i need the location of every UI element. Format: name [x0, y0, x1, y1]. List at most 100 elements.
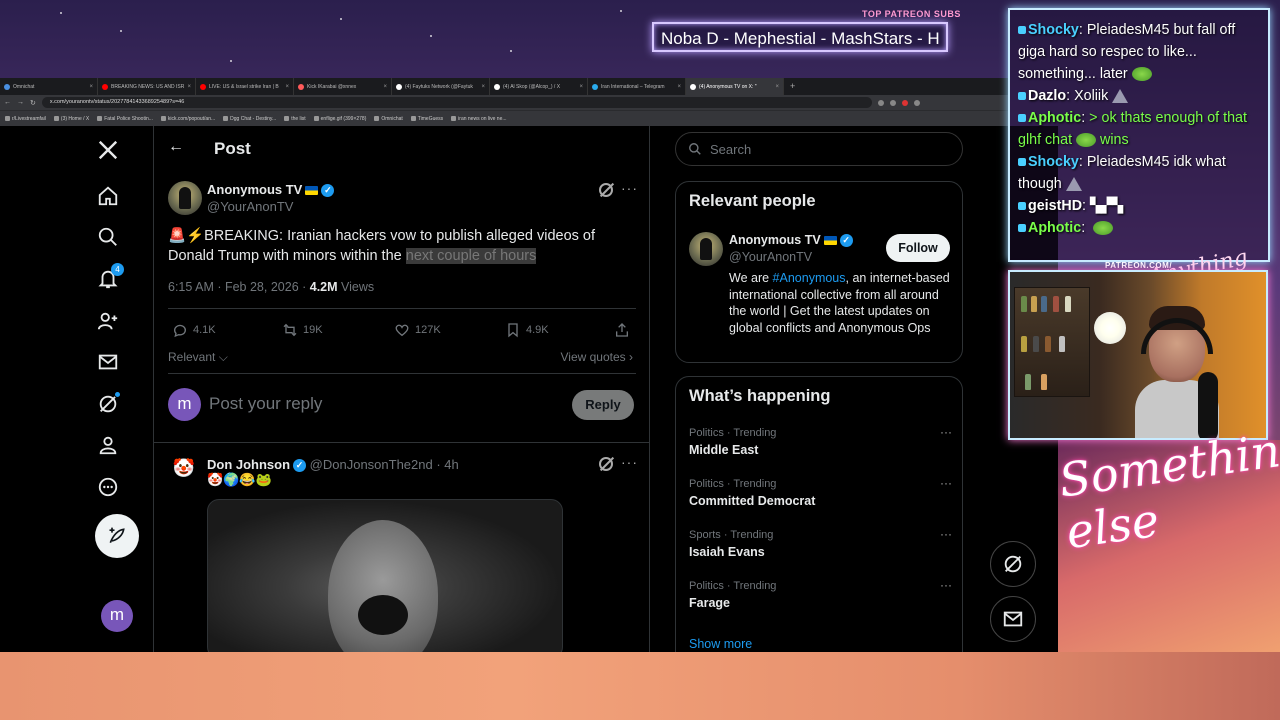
- browser-tab[interactable]: (4) Al Skop (@Alcop_) / X ×: [490, 78, 588, 95]
- author-avatar[interactable]: [168, 181, 202, 215]
- reply-author-avatar[interactable]: 🤡: [172, 458, 196, 482]
- close-tab-icon[interactable]: ×: [187, 84, 191, 90]
- browser-tab[interactable]: (4) Faytuks Network (@Faytuk ×: [392, 78, 490, 95]
- browser-tab[interactable]: BREAKING NEWS: US AND ISR ×: [98, 78, 196, 95]
- explore-search-icon[interactable]: [96, 225, 120, 249]
- trend-more-icon[interactable]: ···: [940, 476, 952, 490]
- account-avatar[interactable]: m: [101, 600, 133, 632]
- bookmark-item[interactable]: Dgg Chat - Destiny...: [223, 116, 276, 122]
- platform-badge-icon: [1018, 202, 1026, 211]
- author-handle[interactable]: @YourAnonTV: [207, 199, 293, 214]
- like-count: 127K: [415, 324, 441, 336]
- author-name-row[interactable]: Anonymous TV ✓: [207, 182, 335, 198]
- bookmark-item[interactable]: TimeGuess: [410, 115, 444, 122]
- notifications-icon[interactable]: 4: [96, 263, 124, 291]
- pickle-emote-icon: [1093, 221, 1114, 236]
- browser-tab[interactable]: Kick IKarabai @xnnex ×: [294, 78, 392, 95]
- bookmark-item[interactable]: enflige.gif (399×278): [313, 115, 367, 122]
- platform-badge-icon: [1018, 92, 1026, 101]
- extension-icon[interactable]: [913, 99, 920, 106]
- trend-category: Politics · Trending: [689, 580, 777, 592]
- extension-icon[interactable]: [889, 99, 896, 106]
- relevant-people-title: Relevant people: [689, 192, 816, 210]
- reload-icon[interactable]: ↻: [30, 99, 36, 107]
- follow-people-icon[interactable]: [96, 309, 120, 333]
- grok-float-button[interactable]: [990, 541, 1036, 587]
- messages-float-button[interactable]: [990, 596, 1036, 642]
- show-more-link[interactable]: Show more: [689, 637, 752, 651]
- bookmark-label: TimeGuess: [417, 115, 444, 122]
- compose-post-button[interactable]: [95, 514, 139, 558]
- reply-composer-avatar: m: [168, 388, 201, 421]
- reply-action[interactable]: 4.1K: [172, 322, 216, 338]
- reply-author-handle[interactable]: @DonJonsonThe2nd: [310, 457, 433, 472]
- person-name[interactable]: Anonymous TV: [729, 233, 821, 247]
- close-tab-icon[interactable]: ×: [285, 84, 289, 90]
- grok-explain-icon[interactable]: [599, 457, 613, 471]
- extension-icon[interactable]: [877, 99, 884, 106]
- messages-icon[interactable]: [96, 350, 120, 374]
- author-name[interactable]: Anonymous TV: [207, 182, 302, 197]
- share-action[interactable]: [614, 322, 630, 338]
- browser-tab[interactable]: Iran International – Telegram ×: [588, 78, 686, 95]
- chat-username: Aphotic: [1028, 220, 1082, 236]
- view-quotes-link[interactable]: View quotes ›: [561, 350, 634, 364]
- extension-icon[interactable]: [901, 99, 908, 106]
- trend-more-icon[interactable]: ···: [940, 425, 952, 439]
- close-tab-icon[interactable]: ×: [481, 84, 485, 90]
- whats-happening-card: What’s happening Politics · Trending Midd…: [675, 376, 963, 652]
- bookmark-item[interactable]: iran news on live ne...: [451, 116, 507, 122]
- bookmark-item[interactable]: r/Livestreamfail: [5, 116, 46, 122]
- person-handle[interactable]: @YourAnonTV: [729, 250, 812, 264]
- forward-icon[interactable]: →: [17, 99, 24, 106]
- close-tab-icon[interactable]: ×: [677, 84, 681, 90]
- bookmark-item[interactable]: Fatal Police Shootin...: [97, 116, 153, 122]
- back-arrow-icon[interactable]: ←: [168, 138, 184, 156]
- like-action[interactable]: 127K: [394, 322, 441, 338]
- grok-explain-icon[interactable]: [599, 183, 613, 197]
- trend-more-icon[interactable]: ···: [940, 578, 952, 592]
- bookmark-label: enflige.gif (399×278): [320, 115, 367, 122]
- repost-action[interactable]: 19K: [282, 322, 323, 338]
- bookmark-item[interactable]: Omnichat: [374, 116, 403, 122]
- tab-favicon-icon: [200, 83, 206, 90]
- reply-button[interactable]: Reply: [572, 390, 634, 420]
- home-icon[interactable]: [96, 184, 120, 208]
- sort-relevant-dropdown[interactable]: Relevant ⌵: [168, 350, 228, 365]
- bookmark-favicon-icon: [313, 116, 319, 121]
- person-avatar[interactable]: [689, 232, 723, 266]
- close-tab-icon[interactable]: ×: [383, 84, 387, 90]
- follow-button[interactable]: Follow: [886, 234, 950, 262]
- more-options-icon[interactable]: ···: [621, 180, 638, 196]
- new-tab-icon[interactable]: +: [784, 78, 801, 95]
- reply-input[interactable]: Post your reply: [209, 394, 322, 414]
- more-options-icon[interactable]: ···: [621, 454, 638, 470]
- notifications-badge: 4: [111, 263, 124, 276]
- reply-author-name[interactable]: Don Johnson: [207, 457, 290, 472]
- browser-tab[interactable]: LIVE: US & Israel strike Iran | B ×: [196, 78, 294, 95]
- search-input[interactable]: Search: [675, 132, 963, 166]
- person-name-row[interactable]: Anonymous TV ✓: [729, 233, 853, 248]
- tab-favicon-icon: [396, 83, 402, 90]
- bookmark-item[interactable]: (3) Home / X: [53, 116, 89, 122]
- x-logo-icon[interactable]: [96, 138, 120, 162]
- post-timestamp[interactable]: 6:15 AM · Feb 28, 2026 ·: [168, 280, 310, 294]
- reply-gif-image[interactable]: [207, 499, 563, 652]
- post-meta: 6:15 AM · Feb 28, 2026 · 4.2M Views: [168, 280, 374, 294]
- back-icon[interactable]: ←: [4, 99, 11, 106]
- anonymous-hashtag-link[interactable]: #Anonymous: [773, 271, 846, 285]
- browser-tab[interactable]: Omnichat ×: [0, 78, 98, 95]
- close-tab-icon[interactable]: ×: [775, 84, 779, 90]
- grok-icon[interactable]: [96, 391, 121, 416]
- url-input[interactable]: x.com/youranontv/status/2027784143368925…: [41, 97, 872, 108]
- bookmark-action[interactable]: 4.9K: [505, 322, 549, 338]
- more-icon[interactable]: [96, 475, 120, 499]
- bookmark-item[interactable]: the list: [284, 116, 306, 122]
- profile-icon[interactable]: [96, 433, 120, 457]
- bookmark-item[interactable]: kick.com/popout/an...: [160, 116, 215, 122]
- close-tab-icon[interactable]: ×: [89, 84, 93, 90]
- trend-more-icon[interactable]: ···: [940, 527, 952, 541]
- tab-favicon-icon: [690, 83, 696, 90]
- close-tab-icon[interactable]: ×: [579, 84, 583, 90]
- browser-tab[interactable]: (4) Anonymous TV on X: " ×: [686, 78, 784, 95]
